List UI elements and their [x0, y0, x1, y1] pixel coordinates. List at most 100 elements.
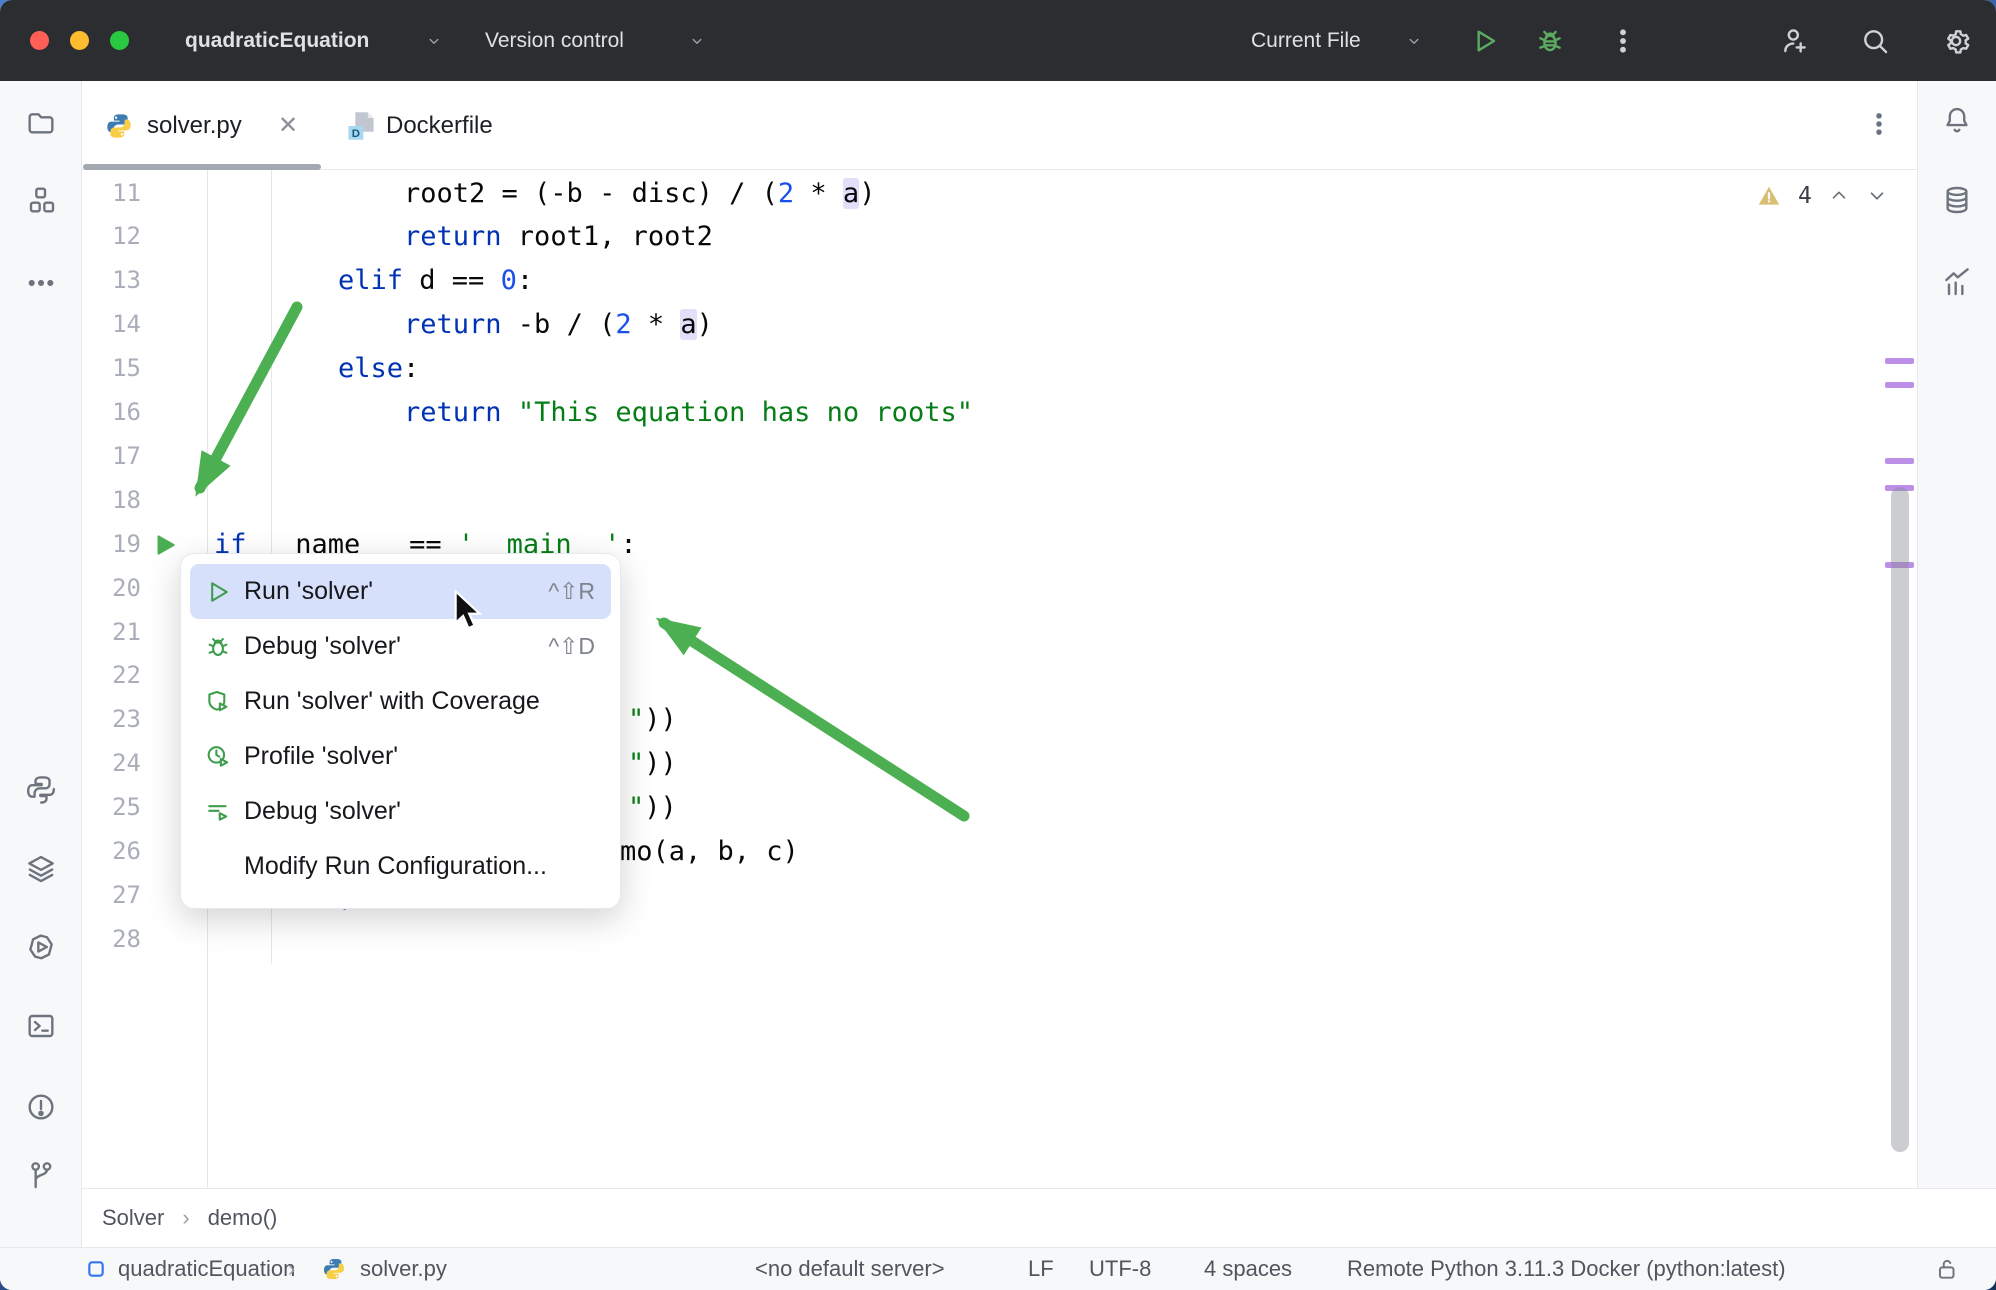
- code-token: :: [620, 528, 637, 560]
- menu-item-modify-run-configuration[interactable]: Modify Run Configuration...: [190, 839, 611, 894]
- code-token: "This equation has no roots": [517, 397, 973, 428]
- line-number: 17: [112, 441, 141, 470]
- previous-problem-chevron-up-icon[interactable]: [1828, 185, 1850, 207]
- code-line-24[interactable]: ")): [628, 742, 677, 786]
- breadcrumb-file[interactable]: Solver: [102, 1205, 164, 1231]
- editor-tab-bar: solver.py ✕ D Dockerfile: [82, 81, 1917, 170]
- menu-item-run-solver[interactable]: Run 'solver' ^⇧R: [190, 564, 611, 619]
- code-token: d ==: [403, 265, 501, 297]
- run-line-gutter-icon[interactable]: [152, 532, 178, 558]
- code-with-me-add-user-icon[interactable]: [1778, 25, 1810, 57]
- line-number: 26: [112, 837, 141, 865]
- close-tab-icon[interactable]: ✕: [278, 113, 298, 138]
- code-token: mo(a, b, c): [620, 836, 799, 867]
- code-token: root2 = (-b - disc) / (: [404, 177, 778, 209]
- line-number: 18: [112, 485, 141, 514]
- run-configuration-selector[interactable]: Current File: [1251, 29, 1361, 53]
- code-token: ": [628, 792, 645, 824]
- unlocked-padlock-icon[interactable]: [1934, 1256, 1960, 1282]
- dockerfile-icon: D: [346, 110, 376, 142]
- breadcrumb-symbol[interactable]: demo(): [208, 1205, 278, 1231]
- status-encoding[interactable]: UTF-8: [1089, 1256, 1151, 1282]
- zoom-window-button[interactable]: [110, 31, 129, 50]
- tab-options-kebab-icon[interactable]: [1864, 109, 1894, 139]
- toolwindow-bell-icon[interactable]: [1941, 104, 1973, 136]
- menu-item-label: Profile 'solver': [244, 742, 399, 770]
- code-line-11[interactable]: root2 = (-b - disc) / (2 * a): [404, 172, 875, 216]
- status-file[interactable]: solver.py: [360, 1256, 447, 1282]
- close-window-button[interactable]: [30, 31, 49, 50]
- code-token: 0: [500, 265, 517, 297]
- code-line-23[interactable]: ")): [628, 698, 677, 742]
- code-token: 2: [777, 177, 795, 209]
- minimize-window-button[interactable]: [70, 31, 89, 50]
- menu-item-label: Run 'solver': [244, 577, 374, 605]
- code-token: :: [516, 265, 534, 297]
- ide-window: quadraticEquation Version control Curren…: [0, 0, 1996, 1290]
- code-token: ": [628, 704, 645, 736]
- coverage-icon: [204, 688, 232, 716]
- toolwindow-structure-icon[interactable]: [25, 184, 57, 216]
- code-token: return: [404, 309, 502, 341]
- chevron-down-icon: [1405, 32, 1423, 50]
- menu-item-label: Run 'solver' with Coverage: [244, 687, 540, 715]
- settings-gear-icon[interactable]: [1940, 25, 1972, 57]
- code-line-26[interactable]: mo(a, b, c): [620, 830, 799, 874]
- code-token: *: [631, 309, 681, 341]
- status-indent[interactable]: 4 spaces: [1204, 1256, 1292, 1282]
- status-bar: quadraticEquation › solver.py <no defaul…: [0, 1247, 1996, 1290]
- debug-button[interactable]: [1534, 25, 1566, 57]
- svg-text:D: D: [352, 127, 360, 139]
- toolwindow-problems-icon[interactable]: [25, 1091, 57, 1123]
- code-line-13[interactable]: elif d == 0:: [338, 259, 533, 303]
- toolwindow-more-icon[interactable]: [25, 267, 57, 299]
- inspections-widget[interactable]: 4: [1756, 176, 1888, 216]
- code-line-25[interactable]: ")): [628, 786, 677, 830]
- code-line-15[interactable]: else:: [338, 347, 419, 391]
- menu-item-label: Modify Run Configuration...: [244, 852, 547, 880]
- menu-item-debug-solver[interactable]: Debug 'solver': [190, 784, 611, 839]
- menu-item-run-solver-with-coverage[interactable]: Run 'solver' with Coverage: [190, 674, 611, 729]
- code-token: )): [644, 704, 677, 736]
- changed-line-scroll-mark[interactable]: [1885, 358, 1914, 364]
- line-number: 11: [112, 178, 141, 207]
- changed-line-scroll-mark[interactable]: [1885, 382, 1914, 388]
- status-interpreter[interactable]: Remote Python 3.11.3 Docker (python:late…: [1347, 1256, 1786, 1282]
- profile-icon: [204, 743, 232, 771]
- code-token: )): [644, 792, 677, 824]
- toolwindow-terminal-icon[interactable]: [25, 1010, 57, 1042]
- project-widget[interactable]: quadraticEquation: [185, 29, 369, 53]
- status-default-server[interactable]: <no default server>: [755, 1256, 945, 1282]
- vcs-widget[interactable]: Version control: [485, 29, 624, 53]
- right-toolwindow-stripe: [1917, 81, 1996, 1247]
- status-line-ending[interactable]: LF: [1028, 1256, 1054, 1282]
- tab-dockerfile[interactable]: D Dockerfile: [322, 81, 582, 170]
- menu-item-debug-solver[interactable]: Debug 'solver' ^⇧D: [190, 619, 611, 674]
- warning-count: 4: [1798, 183, 1812, 209]
- toolwindow-git-branch-icon[interactable]: [25, 1159, 57, 1191]
- warning-icon: [1756, 184, 1782, 208]
- code-line-14[interactable]: return -b / (2 * a): [404, 303, 713, 347]
- code-line-12[interactable]: return root1, root2: [404, 215, 713, 259]
- next-problem-chevron-down-icon[interactable]: [1866, 185, 1888, 207]
- menu-item-shortcut: ^⇧R: [548, 578, 595, 604]
- code-line-16[interactable]: return "This equation has no roots": [404, 391, 973, 435]
- toolwindow-folder-icon[interactable]: [25, 107, 57, 139]
- search-everywhere-icon[interactable]: [1859, 25, 1891, 57]
- toolwindow-services-icon[interactable]: [25, 931, 57, 963]
- run-button[interactable]: [1468, 25, 1500, 57]
- tab-solver-py[interactable]: solver.py ✕: [82, 81, 322, 170]
- toolwindow-database-icon[interactable]: [1941, 184, 1973, 216]
- code-token: ": [628, 748, 645, 780]
- toolwindow-layers-icon[interactable]: [25, 852, 57, 884]
- changed-line-scroll-mark[interactable]: [1885, 458, 1914, 464]
- more-actions-kebab-icon[interactable]: [1607, 25, 1639, 57]
- menu-item-profile-solver[interactable]: Profile 'solver': [190, 729, 611, 784]
- editor-scrollbar[interactable]: [1891, 487, 1909, 1152]
- run-context-menu: Run 'solver' ^⇧R Debug 'solver' ^⇧D Run 'sol…: [180, 553, 621, 909]
- chevron-down-icon: [425, 32, 443, 50]
- toolwindow-chart-icon[interactable]: [1941, 266, 1973, 298]
- status-project[interactable]: quadraticEquation: [118, 1256, 295, 1282]
- toolwindow-python-icon[interactable]: [25, 774, 57, 806]
- code-token: ): [859, 177, 876, 209]
